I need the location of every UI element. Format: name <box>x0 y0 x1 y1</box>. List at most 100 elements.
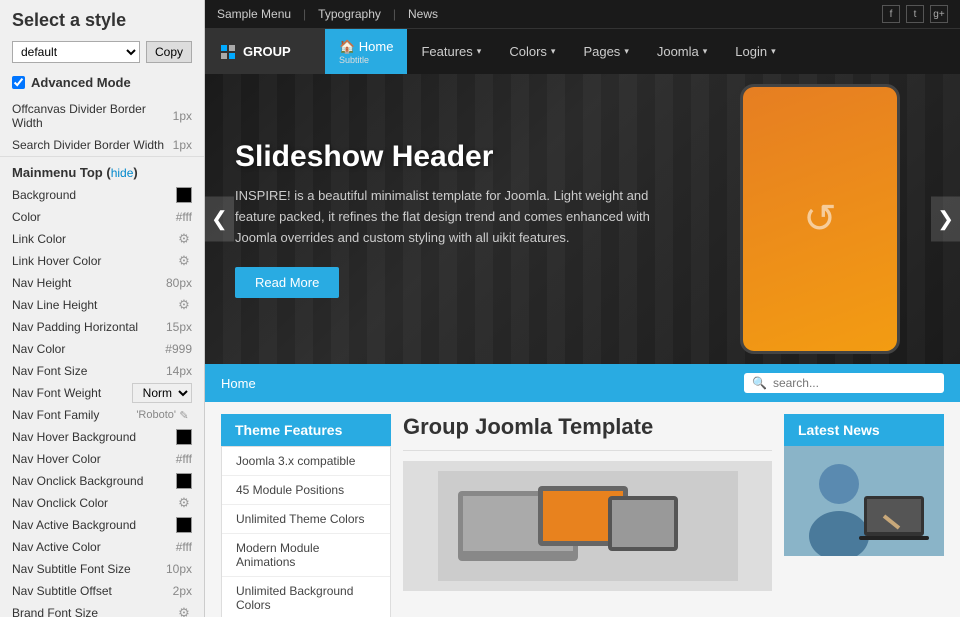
latest-news-header: Latest News <box>784 414 944 446</box>
logo-grid-icon <box>221 45 235 59</box>
link-hover-label: Link Hover Color <box>12 254 176 268</box>
search-divider-value: 1px <box>173 138 192 152</box>
nav-font-family-gear-icon[interactable]: ✎ <box>176 407 192 423</box>
theme-features-list: Joomla 3.x compatible 45 Module Position… <box>221 446 391 617</box>
nav-font-weight-select[interactable]: Norm <box>132 383 192 403</box>
top-nav-typography[interactable]: Typography <box>318 7 381 21</box>
nav-item-pages[interactable]: Pages ▾ <box>569 29 642 74</box>
center-image-svg <box>438 471 738 581</box>
style-selector-row: default Copy <box>0 37 204 71</box>
prop-nav-font-size: Nav Font Size 14px <box>0 360 204 382</box>
copy-button[interactable]: Copy <box>146 41 192 63</box>
nav-height-value: 80px <box>166 276 192 290</box>
nav-joomla-label: Joomla <box>657 44 699 59</box>
link-hover-gear-icon[interactable]: ⚙ <box>176 253 192 269</box>
nav-padding-label: Nav Padding Horizontal <box>12 320 166 334</box>
search-input[interactable] <box>773 376 936 390</box>
top-nav-sample-menu[interactable]: Sample Menu <box>217 7 291 21</box>
nav-color-label: Nav Color <box>12 342 165 356</box>
background-swatch[interactable] <box>176 187 192 203</box>
nav-login-label: Login <box>735 44 767 59</box>
panel-title: Select a style <box>0 0 204 37</box>
hero-section: ↺ Slideshow Header INSPIRE! is a beautif… <box>205 74 960 364</box>
search-divider-label: Search Divider Border Width <box>12 138 173 152</box>
nav-padding-value: 15px <box>166 320 192 334</box>
nav-color-value: #999 <box>165 342 192 356</box>
nav-item-login[interactable]: Login ▾ <box>721 29 789 74</box>
nav-onclick-color-gear-icon[interactable]: ⚙ <box>176 495 192 511</box>
nav-pages-label: Pages <box>583 44 620 59</box>
googleplus-icon[interactable]: g+ <box>930 5 948 23</box>
nav-line-height-gear-icon[interactable]: ⚙ <box>176 297 192 313</box>
prop-nav-onclick-bg: Nav Onclick Background <box>0 470 204 492</box>
hero-phone-screen: ↺ <box>743 87 897 351</box>
nav-item-joomla[interactable]: Joomla ▾ <box>643 29 721 74</box>
feature-item-5: Unlimited Background Colors <box>222 577 390 617</box>
nav-font-size-label: Nav Font Size <box>12 364 166 378</box>
facebook-icon[interactable]: f <box>882 5 900 23</box>
content-center: Group Joomla Template <box>403 414 772 605</box>
nav-onclick-bg-label: Nav Onclick Background <box>12 474 176 488</box>
top-bar-nav: Sample Menu | Typography | News <box>217 7 438 21</box>
search-box: 🔍 <box>744 373 944 393</box>
hero-title: Slideshow Header <box>235 140 655 174</box>
right-panel: Sample Menu | Typography | News f t g+ G… <box>205 0 960 617</box>
nav-item-features[interactable]: Features ▾ <box>407 29 495 74</box>
center-title: Group Joomla Template <box>403 414 772 440</box>
brand-font-size-gear-icon[interactable]: ⚙ <box>176 605 192 617</box>
sep1: | <box>303 7 306 21</box>
nav-subtitle-offset-label: Nav Subtitle Offset <box>12 584 173 598</box>
nav-onclick-bg-swatch[interactable] <box>176 473 192 489</box>
link-color-gear-icon[interactable]: ⚙ <box>176 231 192 247</box>
style-select[interactable]: default <box>12 41 140 63</box>
hero-read-more-button[interactable]: Read More <box>235 267 339 298</box>
hero-description: INSPIRE! is a beautiful minimalist templ… <box>235 186 655 248</box>
nav-hover-bg-label: Nav Hover Background <box>12 430 176 444</box>
nav-logo[interactable]: GROUP <box>205 29 325 74</box>
feature-item-1: Joomla 3.x compatible <box>222 447 390 476</box>
prop-nav-subtitle-offset: Nav Subtitle Offset 2px <box>0 580 204 602</box>
advanced-mode-label: Advanced Mode <box>31 75 131 90</box>
prop-nav-color: Nav Color #999 <box>0 338 204 360</box>
mainmenu-hide-link[interactable]: hide <box>111 166 134 180</box>
nav-links: 🏠 Home Subtitle Features ▾ Colors ▾ Page… <box>325 29 960 74</box>
offcanvas-divider-row: Offcanvas Divider Border Width 1px <box>0 98 204 134</box>
mainmenu-top-section-header: Mainmenu Top (hide) <box>0 156 204 184</box>
logo-text: GROUP <box>243 44 291 59</box>
offcanvas-label: Offcanvas Divider Border Width <box>12 102 173 130</box>
nav-active-bg-swatch[interactable] <box>176 517 192 533</box>
breadcrumb-bar: Home 🔍 <box>205 364 960 402</box>
nav-subtitle-offset-value: 2px <box>173 584 192 598</box>
joomla-caret-icon: ▾ <box>703 46 708 57</box>
hero-phone: ↺ <box>740 84 900 354</box>
advanced-mode-checkbox[interactable] <box>12 76 25 89</box>
nav-item-home[interactable]: 🏠 Home Subtitle <box>325 29 407 74</box>
twitter-icon[interactable]: t <box>906 5 924 23</box>
feature-item-2: 45 Module Positions <box>222 476 390 505</box>
search-divider-row: Search Divider Border Width 1px <box>0 134 204 156</box>
prop-nav-active-bg: Nav Active Background <box>0 514 204 536</box>
hero-next-arrow[interactable]: ❯ <box>931 197 960 242</box>
feature-item-4: Modern Module Animations <box>222 534 390 577</box>
prop-link-hover-color: Link Hover Color ⚙ <box>0 250 204 272</box>
nav-height-label: Nav Height <box>12 276 166 290</box>
nav-item-colors[interactable]: Colors ▾ <box>495 29 569 74</box>
hero-prev-arrow[interactable]: ❮ <box>205 197 234 242</box>
nav-active-color-label: Nav Active Color <box>12 540 176 554</box>
prop-brand-font-size: Brand Font Size ⚙ <box>0 602 204 617</box>
nav-features-label: Features <box>421 44 472 59</box>
left-panel: Select a style default Copy Advanced Mod… <box>0 0 205 617</box>
nav-colors-label: Colors <box>509 44 547 59</box>
center-divider <box>403 450 772 451</box>
advanced-mode-row: Advanced Mode <box>0 71 204 98</box>
phone-icon: ↺ <box>803 196 837 242</box>
top-nav-news[interactable]: News <box>408 7 438 21</box>
color-value: #fff <box>176 210 192 224</box>
prop-background: Background <box>0 184 204 206</box>
content-left: Theme Features Joomla 3.x compatible 45 … <box>221 414 391 605</box>
nav-active-bg-label: Nav Active Background <box>12 518 176 532</box>
prop-nav-onclick-color: Nav Onclick Color ⚙ <box>0 492 204 514</box>
nav-hover-bg-swatch[interactable] <box>176 429 192 445</box>
center-image <box>403 461 772 591</box>
nav-subtitle-font-size-label: Nav Subtitle Font Size <box>12 562 166 576</box>
